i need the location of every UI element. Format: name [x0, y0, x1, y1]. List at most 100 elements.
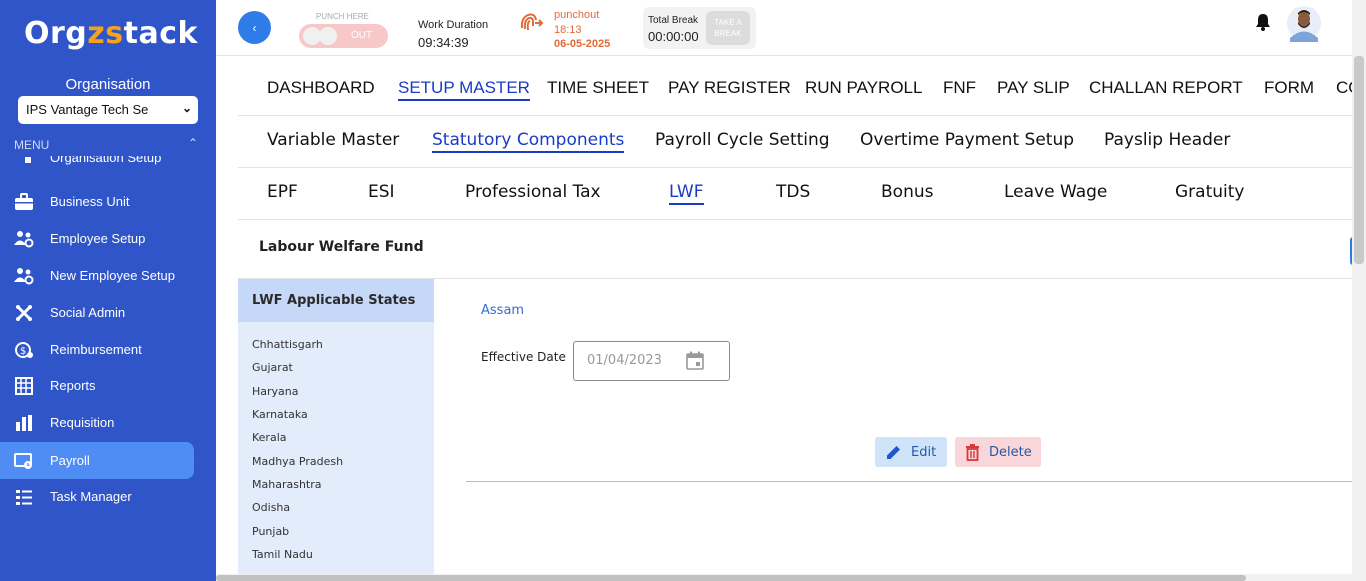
effective-date-field[interactable]: 01/04/2023 [573, 341, 730, 381]
trash-icon [965, 443, 980, 461]
top-bar: ‹ PUNCH HERE OUT Work Duration 09:34:39 … [216, 0, 1352, 56]
effective-date-label: Effective Date [481, 350, 566, 364]
sidebar-item-label: Employee Setup [50, 231, 146, 246]
punchout-time: 18:13 [554, 24, 582, 36]
sidebar-item-employee-setup[interactable]: Employee Setup [0, 220, 194, 257]
state-item[interactable]: Haryana [252, 385, 299, 398]
vertical-scrollbar[interactable] [1354, 56, 1364, 264]
toggle-state-label: OUT [351, 30, 373, 41]
statutory-tab-bar: EPF ESI Professional Tax LWF TDS Bonus L… [238, 168, 1352, 220]
state-item[interactable]: Punjab [252, 525, 289, 538]
state-item[interactable]: Gujarat [252, 361, 293, 374]
joomla-icon [14, 303, 34, 323]
tab-leave-wage[interactable]: Leave Wage [1004, 182, 1107, 202]
tab-pay-slip[interactable]: PAY SLIP [997, 78, 1070, 98]
sidebar-item-social-admin[interactable]: Social Admin [0, 294, 194, 331]
calendar-icon[interactable] [686, 351, 704, 375]
state-item[interactable]: Chhattisgarh [252, 338, 323, 351]
sidebar-item-label: Payroll [50, 453, 90, 468]
sidebar-item-reimbursement[interactable]: $ Reimbursement [0, 331, 194, 368]
state-item[interactable]: Madhya Pradesh [252, 455, 343, 468]
sidebar-item-organisation-setup[interactable]: Organisation Setup [0, 156, 194, 174]
tab-dashboard[interactable]: DASHBOARD [267, 78, 375, 98]
total-break-box: Total Break 00:00:00 TAKE A BREAK [643, 7, 756, 49]
sidebar-item-label: Requisition [50, 415, 115, 430]
tab-challan-report[interactable]: CHALLAN REPORT [1089, 78, 1243, 98]
punch-here-label: PUNCH HERE [316, 12, 369, 21]
work-duration-label: Work Duration [418, 19, 489, 31]
tab-tds[interactable]: TDS [776, 182, 810, 202]
tab-statutory-components[interactable]: Statutory Components [432, 130, 625, 153]
selected-state-name: Assam [481, 303, 525, 318]
take-break-button[interactable]: TAKE A BREAK [706, 11, 750, 45]
work-duration-value: 09:34:39 [418, 35, 469, 50]
sidebar-item-new-employee-setup[interactable]: New Employee Setup [0, 257, 194, 294]
sidebar-item-reports[interactable]: Reports [0, 367, 194, 404]
organisation-select[interactable]: IPS Vantage Tech Se ⌄ [18, 96, 198, 124]
state-item[interactable]: Odisha [252, 501, 290, 514]
svg-text:$: $ [20, 346, 26, 357]
back-button[interactable]: ‹ [238, 11, 271, 44]
users-gear-icon [14, 229, 34, 249]
main-content: DASHBOARD SETUP MASTER TIME SHEET PAY RE… [238, 57, 1356, 581]
tab-run-payroll[interactable]: RUN PAYROLL [805, 78, 922, 98]
menu-label: MENU [14, 138, 50, 152]
money-icon: $ [14, 340, 34, 360]
tab-gratuity[interactable]: Gratuity [1175, 182, 1244, 202]
delete-button[interactable]: Delete [955, 437, 1041, 467]
bell-icon[interactable] [1255, 13, 1271, 36]
state-item[interactable]: Maharashtra [252, 478, 322, 491]
payroll-icon [14, 451, 34, 471]
page-title: Labour Welfare Fund [259, 239, 424, 255]
sidebar-item-label: Task Manager [50, 489, 132, 504]
take-break-line2: BREAK [714, 29, 742, 38]
users-gear-icon [14, 266, 34, 286]
tab-pay-register[interactable]: PAY REGISTER [668, 78, 791, 98]
app-logo: Orgzstack [24, 16, 198, 51]
sidebar: Orgzstack Organisation IPS Vantage Tech … [0, 0, 216, 581]
tab-lwf[interactable]: LWF [669, 182, 704, 205]
sidebar-item-label: Social Admin [50, 305, 126, 320]
tab-payslip-header[interactable]: Payslip Header [1104, 130, 1230, 150]
tab-more[interactable]: CO [1336, 78, 1352, 98]
delete-button-label: Delete [989, 444, 1032, 460]
organisation-label: Organisation [65, 76, 151, 93]
pencil-icon [885, 444, 902, 461]
chevron-up-icon[interactable]: ⌃ [188, 136, 198, 150]
punchout-label: punchout [554, 9, 600, 21]
tab-time-sheet[interactable]: TIME SHEET [547, 78, 649, 98]
tab-payroll-cycle-setting[interactable]: Payroll Cycle Setting [655, 130, 830, 150]
requisition-icon [14, 413, 34, 433]
tab-bonus[interactable]: Bonus [881, 182, 933, 202]
chevron-left-icon: ‹ [252, 20, 257, 35]
sidebar-item-label: Reimbursement [50, 342, 142, 357]
tab-variable-master[interactable]: Variable Master [267, 130, 399, 150]
effective-date-value: 01/04/2023 [587, 353, 662, 368]
edit-button[interactable]: Edit [875, 437, 947, 467]
task-list-icon [14, 487, 34, 507]
tab-setup-master[interactable]: SETUP MASTER [398, 78, 530, 101]
avatar[interactable] [1287, 5, 1321, 42]
sidebar-item-task-manager[interactable]: Task Manager [0, 478, 194, 515]
sub-tab-bar: Variable Master Statutory Components Pay… [238, 116, 1352, 168]
divider [466, 481, 1352, 482]
sidebar-item-requisition[interactable]: Requisition [0, 404, 194, 441]
org-setup-icon [14, 156, 34, 166]
state-item[interactable]: Kerala [252, 431, 287, 444]
chevron-down-icon: ⌄ [181, 101, 192, 115]
edit-button-label: Edit [911, 444, 937, 460]
tab-overtime-payment-setup[interactable]: Overtime Payment Setup [860, 130, 1074, 150]
state-item[interactable]: Tamil Nadu [252, 548, 313, 561]
tab-fnf[interactable]: FNF [943, 78, 976, 98]
tab-form[interactable]: FORM [1264, 78, 1314, 98]
tab-epf[interactable]: EPF [267, 182, 298, 202]
state-item[interactable]: Karnataka [252, 408, 308, 421]
sidebar-item-business-unit[interactable]: Business Unit [0, 183, 194, 220]
punch-toggle[interactable]: OUT [299, 24, 388, 48]
sidebar-item-payroll[interactable]: Payroll [0, 442, 194, 479]
tab-esi[interactable]: ESI [368, 182, 395, 202]
sidebar-item-label: New Employee Setup [50, 268, 176, 283]
horizontal-scrollbar[interactable] [216, 575, 1246, 581]
main-tab-bar: DASHBOARD SETUP MASTER TIME SHEET PAY RE… [238, 57, 1352, 116]
tab-professional-tax[interactable]: Professional Tax [465, 182, 601, 202]
